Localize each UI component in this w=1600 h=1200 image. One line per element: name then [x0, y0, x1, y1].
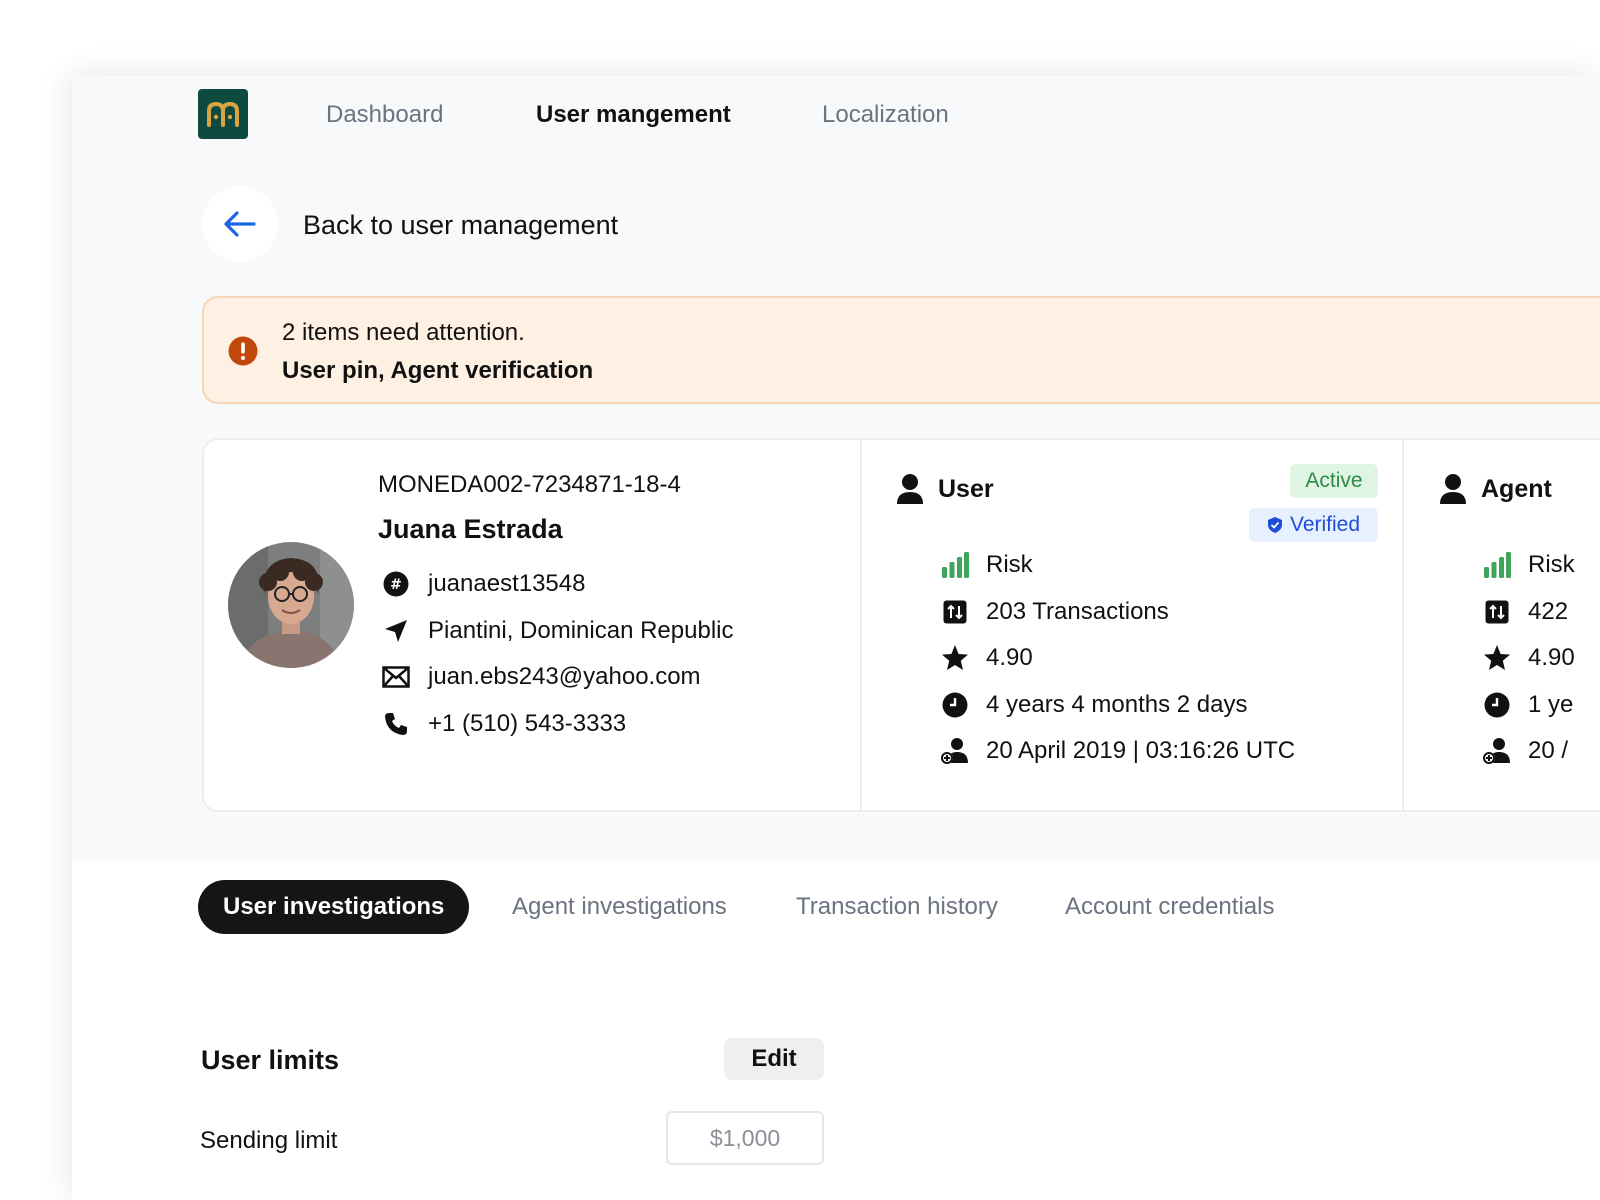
email-row: juan.ebs243@yahoo.com [382, 661, 701, 693]
user-tenure: 4 years 4 months 2 days [986, 691, 1248, 718]
phone-icon [382, 710, 410, 738]
person-icon [897, 474, 923, 504]
agent-tenure-row: 1 ye [1482, 689, 1573, 721]
agent-joined: 20 / [1528, 737, 1569, 764]
account-id: MONEDA002-7234871-18-4 [378, 471, 681, 498]
agent-section-header: Agent [1439, 472, 1552, 506]
star-icon [1482, 643, 1512, 673]
phone-row: +1 (510) 543-3333 [382, 708, 626, 740]
star-icon [940, 643, 970, 673]
avatar-photo [228, 542, 354, 668]
profile-card: MONEDA002-7234871-18-4 Juana Estrada # j… [202, 438, 1600, 812]
tab-account-credentials[interactable]: Account credentials [1065, 880, 1274, 934]
user-name: Juana Estrada [378, 514, 563, 544]
card-divider [1402, 440, 1404, 810]
arrow-left-icon [224, 211, 256, 237]
back-button[interactable] [202, 186, 278, 262]
tab-transaction-history[interactable]: Transaction history [796, 880, 998, 934]
user-section-header: User [896, 472, 994, 506]
agent-rating: 4.90 [1528, 644, 1575, 671]
agent-risk-row: Risk [1482, 549, 1575, 581]
agent-tenure: 1 ye [1528, 691, 1574, 718]
phone[interactable]: +1 (510) 543-3333 [428, 709, 626, 739]
logo-m-icon [207, 101, 239, 127]
user-risk: Risk [986, 551, 1033, 578]
verified-label: Verified [1289, 513, 1361, 536]
agent-transactions: 422 [1528, 598, 1569, 625]
envelope-icon [382, 663, 410, 691]
user-tenure-row: 4 years 4 months 2 days [940, 689, 1247, 721]
status-badge-verified: Verified [1249, 508, 1378, 542]
user-add-icon [1482, 736, 1512, 766]
attention-alert: 2 items need attention. User pin, Agent … [202, 296, 1600, 404]
user-rating-row: 4.90 [940, 642, 1033, 674]
risk-bars-icon [1482, 550, 1512, 580]
agent-rating-row: 4.90 [1482, 642, 1575, 674]
location: Piantini, Dominican Republic [428, 617, 734, 644]
user-joined: 20 April 2019 | 03:16:26 UTC [986, 737, 1296, 764]
clock-icon [940, 690, 970, 720]
user-rating: 4.90 [986, 644, 1033, 671]
sending-limit-input[interactable] [666, 1111, 824, 1165]
nav-localization[interactable]: Localization [822, 100, 949, 130]
agent-joined-row: 20 / [1482, 735, 1568, 767]
app-window: Dashboard User mangement Localization Ba… [72, 76, 1600, 1200]
transactions-icon [940, 597, 970, 627]
hash-icon: # [382, 570, 410, 598]
moneda-logo[interactable] [198, 89, 248, 139]
tab-user-investigations[interactable]: User investigations [198, 880, 470, 934]
tab-agent-investigations[interactable]: Agent investigations [512, 880, 727, 934]
username: juanaest13548 [428, 570, 586, 597]
risk-bars-icon [940, 550, 970, 580]
username-row: # juanaest13548 [382, 568, 585, 600]
location-row: Piantini, Dominican Republic [382, 615, 733, 647]
agent-risk: Risk [1528, 551, 1575, 578]
user-transactions: 203 Transactions [986, 598, 1169, 625]
alert-items[interactable]: User pin, Agent verification [282, 356, 593, 386]
user-risk-row: Risk [940, 549, 1033, 581]
alert-title: 2 items need attention. [282, 319, 525, 346]
back-link-label[interactable]: Back to user management [303, 209, 618, 241]
clock-icon [1482, 690, 1512, 720]
edit-limits-button[interactable]: Edit [724, 1038, 824, 1080]
user-add-icon [940, 736, 970, 766]
agent-transactions-row: 422 [1482, 596, 1568, 628]
transactions-icon [1482, 597, 1512, 627]
alert-exclamation-icon [228, 336, 258, 366]
user-transactions-row: 203 Transactions [940, 596, 1169, 628]
svg-text:#: # [390, 577, 402, 593]
sending-limit-label: Sending limit [200, 1127, 338, 1154]
nav-user-management[interactable]: User mangement [536, 100, 731, 130]
user-joined-row: 20 April 2019 | 03:16:26 UTC [940, 735, 1295, 767]
email[interactable]: juan.ebs243@yahoo.com [428, 662, 701, 692]
location-arrow-icon [382, 617, 410, 645]
person-icon [1440, 474, 1466, 504]
avatar [228, 542, 354, 668]
shield-check-icon [1267, 517, 1282, 533]
user-section-title: User [938, 474, 994, 503]
nav-dashboard[interactable]: Dashboard [326, 100, 443, 130]
status-badge-active: Active [1290, 464, 1378, 498]
agent-section-title: Agent [1481, 474, 1552, 503]
card-divider [860, 440, 862, 810]
user-limits-title: User limits [201, 1045, 340, 1075]
